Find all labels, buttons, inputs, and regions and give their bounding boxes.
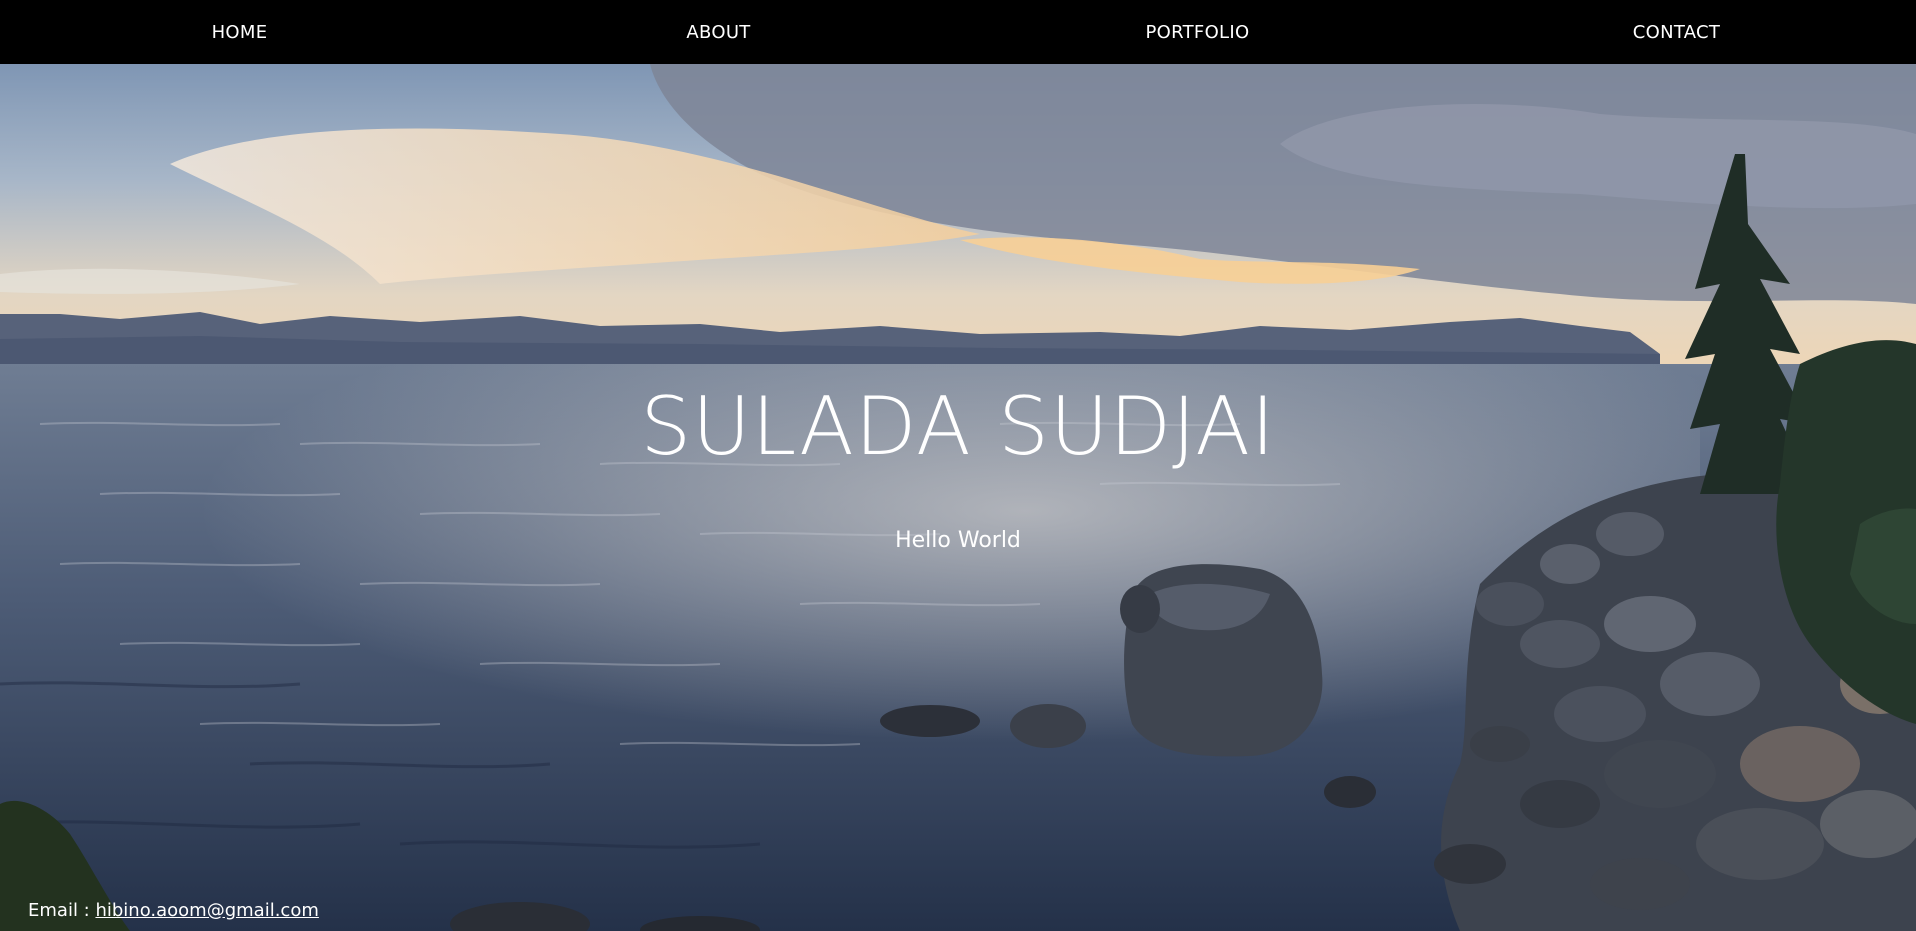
- email-contact: Email : hibino.aoom@gmail.com: [28, 900, 319, 921]
- hero-subtitle: Hello World: [895, 528, 1021, 553]
- hero-title: SULADA SUDJAI: [640, 380, 1276, 473]
- email-link[interactable]: hibino.aoom@gmail.com: [95, 900, 318, 921]
- hero-section: SULADA SUDJAI Hello World Email : hibino…: [0, 64, 1916, 931]
- nav-contact-link[interactable]: CONTACT: [1437, 0, 1916, 64]
- nav-about-link[interactable]: ABOUT: [479, 0, 958, 64]
- nav-home-link[interactable]: HOME: [0, 0, 479, 64]
- email-label: Email :: [28, 900, 90, 921]
- nav-portfolio-link[interactable]: PORTFOLIO: [958, 0, 1437, 64]
- hero-background-image: [0, 64, 1916, 931]
- top-navbar: HOME ABOUT PORTFOLIO CONTACT: [0, 0, 1916, 64]
